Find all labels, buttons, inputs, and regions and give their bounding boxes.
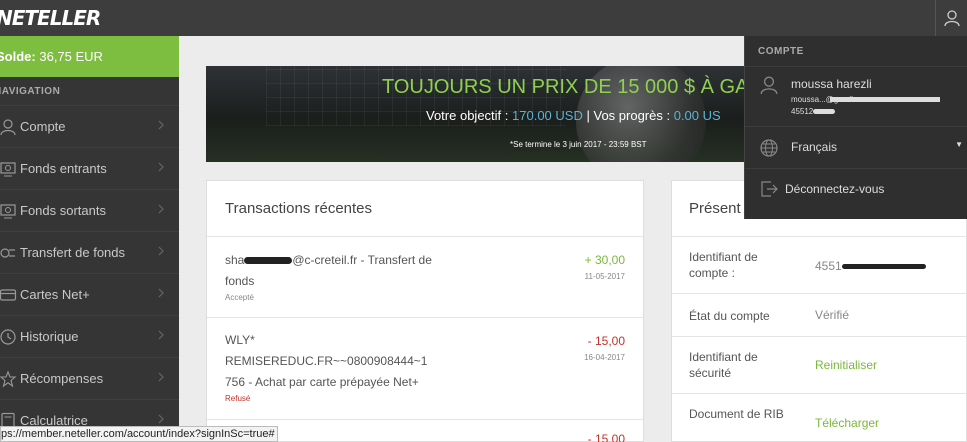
transfer-icon xyxy=(0,241,20,265)
row-label: Document de RIB xyxy=(689,407,784,421)
transaction-amount: - 15,00 xyxy=(587,334,625,348)
money-in-icon xyxy=(0,157,20,181)
banner-title: TOUJOURS UN PRIX DE 15 000 $ À GA xyxy=(382,76,746,98)
balance-label: Solde: xyxy=(0,49,36,64)
redaction-mark xyxy=(841,264,926,270)
transaction-amount: - 15,00 xyxy=(587,432,625,442)
logout-button[interactable]: Déconnectez-vous xyxy=(745,168,967,210)
chevron-right-icon xyxy=(157,203,165,218)
account-dropdown: COMPTE moussa harezli moussa...@gmail.co… xyxy=(744,36,967,219)
banner-progress: Votre objectif : 170.00 USD | Vos progrè… xyxy=(426,108,721,123)
transaction-status: Refusé xyxy=(225,394,251,403)
transaction-date: 11-05-2017 xyxy=(584,272,625,281)
money-out-icon xyxy=(0,199,20,223)
sidebar-item-label: Historique xyxy=(20,329,79,344)
security-id-row: Identifiant de sécurité Reinitialiser xyxy=(672,337,966,394)
sidebar-item-cartes[interactable]: Cartes Net+ xyxy=(0,273,179,315)
chevron-right-icon xyxy=(157,161,165,176)
sidebar-item-label: Fonds entrants xyxy=(20,161,107,176)
account-id-row: Identifiant de compte : 4551 xyxy=(672,237,966,294)
nav-title: NAVIGATION xyxy=(0,85,61,97)
objective-value: 170.00 USD xyxy=(512,108,583,123)
chevron-right-icon xyxy=(157,287,165,302)
row-label: Identifiant de compte : xyxy=(689,250,758,280)
transaction-description: sha @c-creteil.fr - Transfert de fonds Ac… xyxy=(225,250,445,304)
transaction-amount: + 30,00 xyxy=(584,253,625,267)
language-selector[interactable]: Français ▼ xyxy=(745,126,967,168)
panel-title: Transactions récentes xyxy=(207,181,643,237)
chevron-right-icon xyxy=(157,119,165,134)
globe-icon xyxy=(759,138,779,163)
redaction-mark xyxy=(830,97,941,103)
rewards-icon xyxy=(0,367,20,391)
user-name: moussa harezli xyxy=(791,77,872,91)
sidebar-item-recompenses[interactable]: Récompenses xyxy=(0,357,179,399)
dropdown-title: COMPTE xyxy=(758,45,804,57)
account-status-row: État du compte Vérifié xyxy=(672,294,966,337)
chevron-right-icon xyxy=(157,329,165,344)
clock-icon xyxy=(0,325,20,349)
download-link[interactable]: Télécharger xyxy=(815,416,879,430)
progress-value: 0.00 US xyxy=(673,108,721,123)
reset-link[interactable]: Reinitialiser xyxy=(815,358,877,372)
redaction-mark xyxy=(813,109,836,115)
sidebar-item-fonds-entrants[interactable]: Fonds entrants xyxy=(0,147,179,189)
caret-down-icon: ▼ xyxy=(955,140,963,149)
transaction-description: WLY* REMISEREDUC.FR~~0800908444~1 756 - … xyxy=(225,330,445,405)
balance-value: 36,75 EUR xyxy=(39,49,103,64)
row-label: État du compte xyxy=(689,309,770,323)
logout-icon xyxy=(759,179,779,204)
user-id: 45512 xyxy=(791,107,836,116)
redaction-mark xyxy=(244,257,293,265)
language-label: Français xyxy=(791,140,838,154)
sidebar-item-historique[interactable]: Historique xyxy=(0,315,179,357)
top-bar: NETELLER xyxy=(0,0,967,36)
sidebar-item-fonds-sortants[interactable]: Fonds sortants xyxy=(0,189,179,231)
transaction-row[interactable]: WLY* REMISEREDUC.FR~~0800908444~1 756 - … xyxy=(207,318,643,420)
transaction-date: 16-04-2017 xyxy=(584,353,625,362)
user-icon xyxy=(0,115,20,139)
promo-banner[interactable]: TOUJOURS UN PRIX DE 15 000 $ À GA Votre … xyxy=(206,66,746,162)
banner-note: *Se termine le 3 juin 2017 - 23:59 BST xyxy=(510,140,647,149)
account-menu-button[interactable] xyxy=(935,0,967,36)
transaction-row[interactable]: sha @c-creteil.fr - Transfert de fonds Ac… xyxy=(207,237,643,318)
user-email: moussa...@gmail.com xyxy=(791,95,941,104)
logout-label: Déconnectez-vous xyxy=(785,182,885,196)
chevron-right-icon xyxy=(157,245,165,260)
user-info[interactable]: moussa harezli moussa...@gmail.com 45512 xyxy=(745,66,967,126)
sidebar-item-label: Compte xyxy=(20,119,66,134)
sidebar-item-label: Récompenses xyxy=(20,371,104,386)
account-id-value: 4551 xyxy=(815,259,926,273)
user-icon xyxy=(943,10,960,27)
account-status-value: Vérifié xyxy=(815,308,850,322)
sidebar-item-label: Transfert de fonds xyxy=(20,245,126,260)
chevron-right-icon xyxy=(157,371,165,386)
balance-bar: Solde: 36,75 EUR xyxy=(0,36,179,77)
transaction-status: Accepté xyxy=(225,293,254,302)
sidebar-item-label: Cartes Net+ xyxy=(20,287,90,302)
card-icon xyxy=(0,283,20,307)
neteller-logo[interactable]: NETELLER xyxy=(0,6,101,30)
recent-transactions-panel: Transactions récentes sha @c-creteil.fr -… xyxy=(206,180,644,442)
sidebar-item-label: Fonds sortants xyxy=(20,203,106,218)
sidebar-item-compte[interactable]: Compte xyxy=(0,105,179,147)
row-label: Identifiant de sécurité xyxy=(689,350,758,380)
sidebar: Solde: 36,75 EUR NAVIGATION Compte Fonds… xyxy=(0,36,179,442)
user-icon xyxy=(759,75,779,100)
rib-document-row: Document de RIB Télécharger xyxy=(672,394,966,442)
sidebar-item-transfert[interactable]: Transfert de fonds xyxy=(0,231,179,273)
browser-status-url: ps://member.neteller.com/account/index?s… xyxy=(0,426,278,442)
account-overview-panel: Présent Identifiant de compte : 4551 Éta… xyxy=(671,180,967,442)
